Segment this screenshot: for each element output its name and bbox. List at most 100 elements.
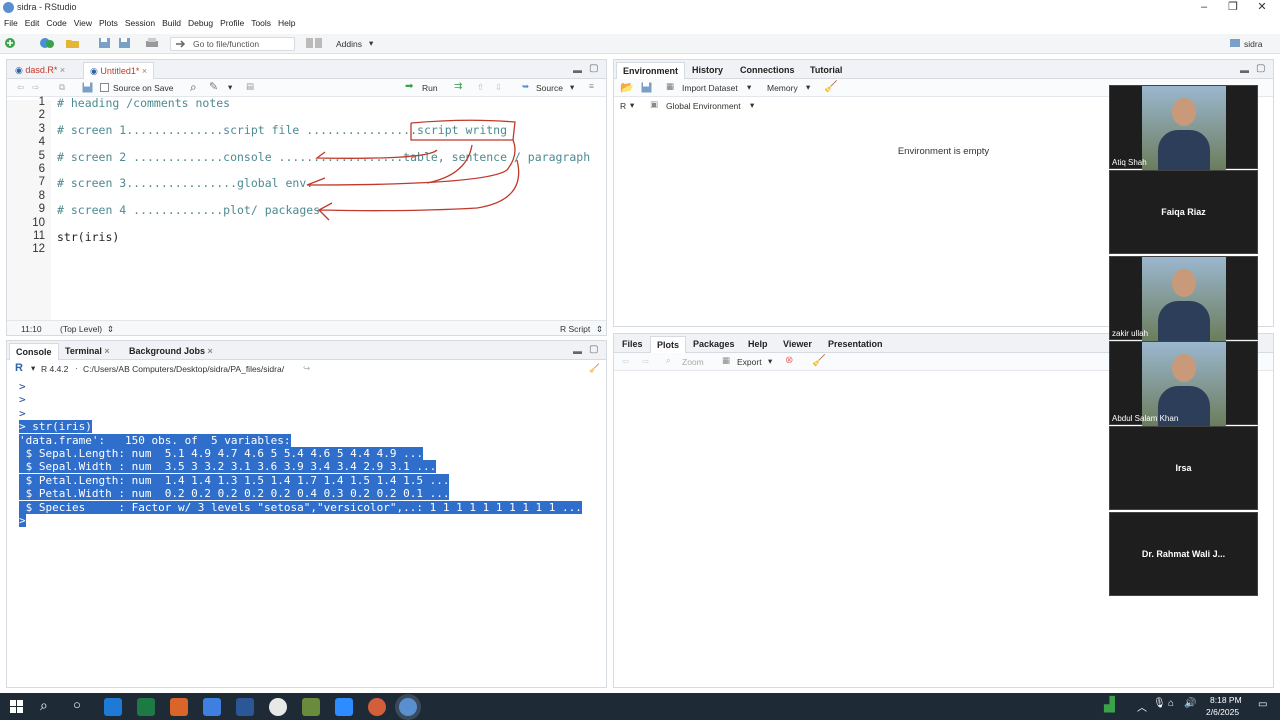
search-icon[interactable]: ⌕ — [40, 697, 48, 714]
minimize-pane-icon[interactable]: ▬ — [573, 346, 582, 356]
menu-code[interactable]: Code — [46, 16, 66, 31]
next-plot-icon[interactable]: ⇨ — [642, 356, 649, 367]
tab-presentation[interactable]: Presentation — [822, 336, 889, 353]
import-dropdown-icon[interactable]: ▾ — [747, 82, 751, 93]
load-workspace-icon[interactable]: 📂 — [620, 81, 634, 94]
environment-tabstrip: Environment History Connections Tutorial… — [614, 60, 1273, 79]
tab-history[interactable]: History — [686, 62, 729, 79]
goto-arrow-icon — [176, 40, 186, 48]
zoom-icon[interactable] — [335, 698, 353, 716]
export-button[interactable]: Export — [737, 357, 762, 367]
new-project-icon[interactable] — [38, 37, 56, 49]
menu-edit[interactable]: Edit — [25, 16, 40, 31]
print-icon[interactable] — [145, 37, 159, 49]
menu-view[interactable]: View — [74, 16, 92, 31]
environment-scope-selector[interactable]: Global Environment — [666, 101, 741, 111]
project-name[interactable]: sidra — [1244, 39, 1262, 49]
network-icon[interactable]: ⌂ — [1168, 698, 1174, 709]
goto-directory-icon[interactable]: ↪ — [303, 363, 310, 374]
menu-session[interactable]: Session — [125, 16, 155, 31]
taskbar-date[interactable]: 2/6/2025 — [1206, 707, 1239, 717]
participant-tile[interactable]: Abdul Salam Khan — [1109, 340, 1258, 426]
word-icon[interactable] — [236, 698, 254, 716]
clear-workspace-broom-icon[interactable]: 🧹 — [824, 80, 838, 93]
file-type-dropdown-icon[interactable]: ⇕ — [596, 324, 603, 335]
remove-plot-icon[interactable]: ⊗ — [785, 355, 793, 366]
chart-icon[interactable]: ▟ — [1104, 696, 1115, 713]
close-button[interactable]: ✕ — [1244, 0, 1280, 16]
r-version: R 4.4.2 — [41, 364, 69, 374]
microphone-icon[interactable]: 🎙 — [1153, 698, 1166, 709]
rstudio-icon[interactable] — [399, 698, 417, 716]
r-version-dropdown-icon[interactable]: ▾ — [31, 363, 35, 374]
save-icon[interactable] — [98, 37, 112, 49]
menu-help[interactable]: Help — [278, 16, 295, 31]
taskbar-time[interactable]: 8:18 PM — [1210, 695, 1242, 705]
export-dropdown-icon[interactable]: ▾ — [768, 356, 772, 367]
language-selector[interactable]: R — [620, 101, 626, 111]
tab-tutorial[interactable]: Tutorial — [804, 62, 848, 79]
menu-profile[interactable]: Profile — [220, 16, 244, 31]
participant-tile[interactable]: Irsa — [1109, 426, 1258, 511]
tab-viewer[interactable]: Viewer — [777, 336, 818, 353]
addins-dropdown-icon[interactable]: ▾ — [369, 38, 373, 49]
memory-dropdown-icon[interactable]: ▾ — [806, 82, 810, 93]
menu-file[interactable]: File — [4, 16, 18, 31]
windows-start-icon[interactable] — [10, 700, 23, 713]
tray-chevron-icon[interactable]: ︿ — [1137, 699, 1147, 714]
menu-tools[interactable]: Tools — [251, 16, 271, 31]
new-file-icon[interactable] — [4, 37, 18, 49]
notifications-icon[interactable]: ▭ — [1258, 699, 1267, 710]
clear-console-icon[interactable]: 🧹 — [589, 363, 600, 374]
clear-plots-broom-icon[interactable]: 🧹 — [812, 354, 826, 367]
scope-selector[interactable]: (Top Level) — [60, 324, 102, 334]
scope-dropdown-icon[interactable]: ⇕ — [107, 324, 114, 335]
import-dataset-button[interactable]: Import Dataset — [682, 83, 738, 93]
participant-video — [1142, 256, 1226, 341]
close-tab-icon[interactable]: × — [104, 346, 109, 356]
maximize-pane-icon[interactable]: ▢ — [589, 344, 598, 355]
goto-file-input[interactable]: Go to file/function — [170, 37, 295, 51]
participant-tile[interactable]: Atiq Shah — [1109, 85, 1258, 170]
task-view-icon[interactable]: ○ — [73, 697, 81, 712]
tab-help[interactable]: Help — [742, 336, 774, 353]
tab-packages[interactable]: Packages — [687, 336, 741, 353]
close-tab-icon[interactable]: × — [208, 346, 213, 356]
chrome-icon[interactable] — [368, 698, 386, 716]
volume-icon[interactable]: 🔊 — [1184, 698, 1196, 709]
memory-button[interactable]: Memory — [767, 83, 798, 93]
tab-files[interactable]: Files — [616, 336, 649, 353]
participant-tile[interactable]: zakir ullah — [1109, 255, 1258, 341]
edge-icon[interactable] — [104, 698, 122, 716]
participant-tile[interactable]: Dr. Rahmat Wali J... — [1109, 511, 1258, 596]
open-file-icon[interactable] — [65, 37, 81, 49]
menu-debug[interactable]: Debug — [188, 16, 213, 31]
excel-icon[interactable] — [137, 698, 155, 716]
app-icon[interactable] — [302, 698, 320, 716]
maximize-pane-icon[interactable]: ▢ — [1256, 63, 1265, 74]
working-directory[interactable]: C:/Users/AB Computers/Desktop/sidra/PA_f… — [83, 364, 284, 374]
workspace-panes-icon[interactable] — [305, 37, 323, 49]
tab-connections[interactable]: Connections — [734, 62, 801, 79]
minimize-pane-icon[interactable]: ▬ — [1240, 65, 1249, 75]
previous-plot-icon[interactable]: ⇦ — [622, 356, 629, 367]
tab-plots[interactable]: Plots — [650, 336, 687, 353]
tab-console[interactable]: Console — [9, 343, 59, 360]
language-dropdown-icon[interactable]: ▾ — [630, 100, 634, 111]
app-icon[interactable] — [170, 698, 188, 716]
file-type-selector[interactable]: R Script — [560, 324, 590, 334]
addins-menu[interactable]: Addins — [336, 39, 362, 49]
menu-build[interactable]: Build — [162, 16, 181, 31]
menu-plots[interactable]: Plots — [99, 16, 118, 31]
tab-label: Background Jobs — [129, 346, 206, 356]
scope-dropdown-icon[interactable]: ▾ — [750, 100, 754, 111]
chrome-icon[interactable] — [269, 698, 287, 716]
app-icon[interactable] — [203, 698, 221, 716]
tab-background-jobs[interactable]: Background Jobs × — [123, 343, 219, 360]
tab-terminal[interactable]: Terminal × — [59, 343, 116, 360]
participant-tile[interactable]: Faiqa Riaz — [1109, 170, 1258, 255]
zoom-button[interactable]: Zoom — [682, 357, 704, 367]
save-all-icon[interactable] — [118, 37, 132, 49]
save-workspace-icon[interactable] — [641, 82, 652, 93]
tab-environment[interactable]: Environment — [616, 62, 686, 79]
